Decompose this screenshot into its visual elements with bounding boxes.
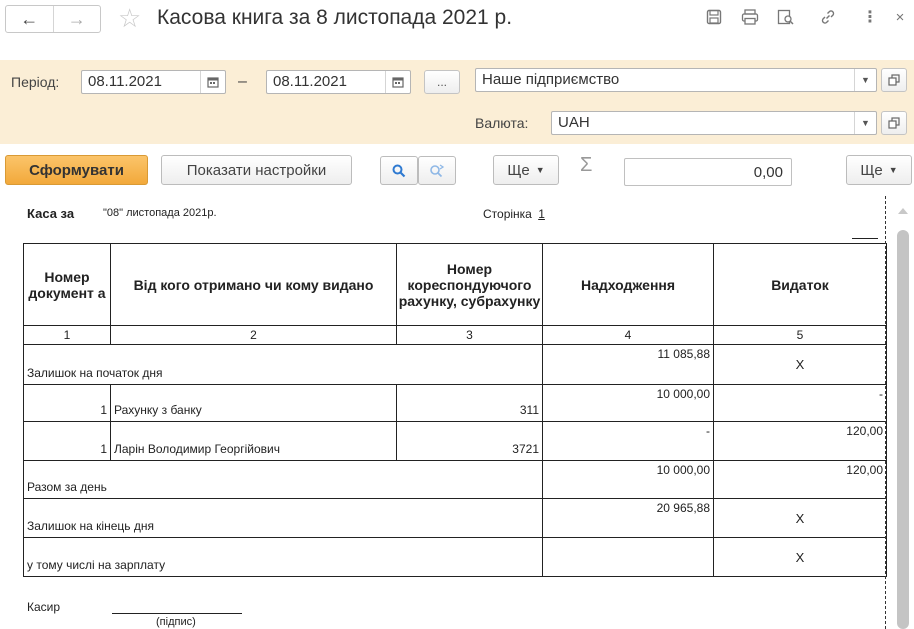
preview-icon[interactable] — [774, 6, 798, 28]
show-settings-button[interactable]: Показати настройки — [161, 155, 352, 185]
page-boundary-line — [885, 196, 886, 629]
currency-value: UAH — [558, 114, 590, 131]
total-label: Разом за день — [23, 460, 543, 499]
row2-income: - — [542, 421, 714, 461]
more-actions-label: Ще — [507, 161, 530, 179]
opening-income: 11 085,88 — [542, 344, 714, 385]
open-currency-button[interactable] — [881, 111, 907, 135]
col-number-2: 2 — [110, 325, 397, 345]
search-icon — [392, 164, 406, 177]
scroll-up-arrow-icon[interactable] — [898, 208, 908, 214]
salary-label: у тому числі на зарплату — [23, 537, 543, 577]
cashier-label: Касир — [27, 600, 61, 614]
signature-label: (підпис) — [156, 616, 196, 628]
search-next-button[interactable] — [418, 156, 456, 185]
row1-account: 311 — [396, 384, 543, 422]
row2-doc-number: 1 — [23, 421, 111, 461]
kasa-label: Каса за — [27, 206, 75, 221]
row1-who: Рахунку з банку — [110, 384, 397, 422]
navigation-group: ← → — [5, 5, 101, 33]
link-icon[interactable] — [816, 6, 840, 28]
row1-doc-number: 1 — [23, 384, 111, 422]
header-doc-number: Номер документ а — [23, 243, 111, 326]
closing-expense: X — [713, 498, 887, 538]
generate-button[interactable]: Сформувати — [5, 155, 148, 185]
signature-line — [112, 613, 242, 614]
more-icon[interactable]: ⋮ — [858, 6, 882, 28]
chevron-down-icon[interactable]: ▼ — [854, 69, 876, 91]
closing-label: Залишок на кінець дня — [23, 498, 543, 538]
col-number-5: 5 — [713, 325, 887, 345]
kasa-date: "08" листопада 2021р. — [103, 207, 217, 219]
row2-expense: 120,00 — [713, 421, 887, 461]
parameters-panel: Період: 08.11.2021 – 08.11.2021 ... Наше… — [0, 60, 914, 144]
close-icon[interactable]: × — [888, 6, 912, 28]
open-window-icon — [888, 117, 900, 129]
row2-account: 3721 — [396, 421, 543, 461]
salary-expense: X — [713, 537, 887, 577]
opening-label: Залишок на початок дня — [23, 344, 543, 385]
total-income: 10 000,00 — [542, 460, 714, 499]
sum-field[interactable]: 0,00 — [624, 158, 792, 186]
organization-field[interactable]: Наше підприємство ▼ — [475, 68, 877, 92]
title-bar: ← → ☆ Касова книга за 8 листопада 2021 р… — [0, 0, 914, 40]
scrollbar-thumb[interactable] — [897, 230, 909, 629]
back-button[interactable]: ← — [6, 6, 53, 32]
opening-expense: X — [713, 344, 887, 385]
header-from-to: Від кого отримано чи кому видано — [110, 243, 397, 326]
organization-value: Наше підприємство — [482, 71, 620, 88]
row2-who: Ларін Володимир Георгійович — [110, 421, 397, 461]
salary-income — [542, 537, 714, 577]
search-next-icon — [430, 163, 445, 177]
report-area[interactable]: Каса за "08" листопада 2021р. Сторінка 1… — [0, 196, 914, 629]
page-number: 1 — [538, 207, 545, 221]
header-income: Надходження — [542, 243, 714, 326]
date-to-field[interactable]: 08.11.2021 — [266, 70, 411, 94]
currency-label: Валюта: — [475, 115, 529, 131]
search-button[interactable] — [380, 156, 418, 185]
col-number-4: 4 — [542, 325, 714, 345]
currency-field[interactable]: UAH ▼ — [551, 111, 877, 135]
more-actions-button[interactable]: Ще ▼ — [493, 155, 559, 185]
favorite-star-icon[interactable]: ☆ — [118, 3, 141, 33]
total-expense: 120,00 — [713, 460, 887, 499]
calendar-icon[interactable] — [385, 71, 410, 93]
closing-income: 20 965,88 — [542, 498, 714, 538]
header-expense: Видаток — [713, 243, 887, 326]
date-to-value: 08.11.2021 — [273, 73, 347, 90]
row1-expense: - — [713, 384, 887, 422]
period-select-button[interactable]: ... — [424, 70, 460, 94]
chevron-down-icon: ▼ — [535, 165, 545, 175]
period-label: Період: — [11, 74, 60, 90]
col-number-3: 3 — [396, 325, 543, 345]
header-account: Номер кореспондуючого рахунку, субрахунк… — [396, 243, 543, 326]
period-dash: – — [238, 73, 247, 90]
calendar-icon[interactable] — [200, 71, 225, 93]
more-actions-button-right[interactable]: Ще ▼ — [846, 155, 912, 185]
chevron-down-icon[interactable]: ▼ — [854, 112, 876, 134]
col-number-1: 1 — [23, 325, 111, 345]
sum-icon: Σ — [580, 154, 593, 176]
page-label: Сторінка 1 — [483, 207, 545, 221]
open-organization-button[interactable] — [881, 68, 907, 92]
save-icon[interactable] — [702, 6, 726, 28]
date-from-value: 08.11.2021 — [88, 73, 162, 90]
page-label-text: Сторінка — [483, 207, 532, 221]
forward-button[interactable]: → — [52, 6, 101, 32]
open-window-icon — [888, 74, 900, 86]
more-actions-label: Ще — [860, 161, 883, 179]
print-icon[interactable] — [738, 6, 762, 28]
chevron-down-icon: ▼ — [888, 165, 898, 175]
window-title: Касова книга за 8 листопада 2021 р. — [157, 6, 513, 29]
date-from-field[interactable]: 08.11.2021 — [81, 70, 226, 94]
page-corner-line — [852, 238, 878, 239]
row1-income: 10 000,00 — [542, 384, 714, 422]
